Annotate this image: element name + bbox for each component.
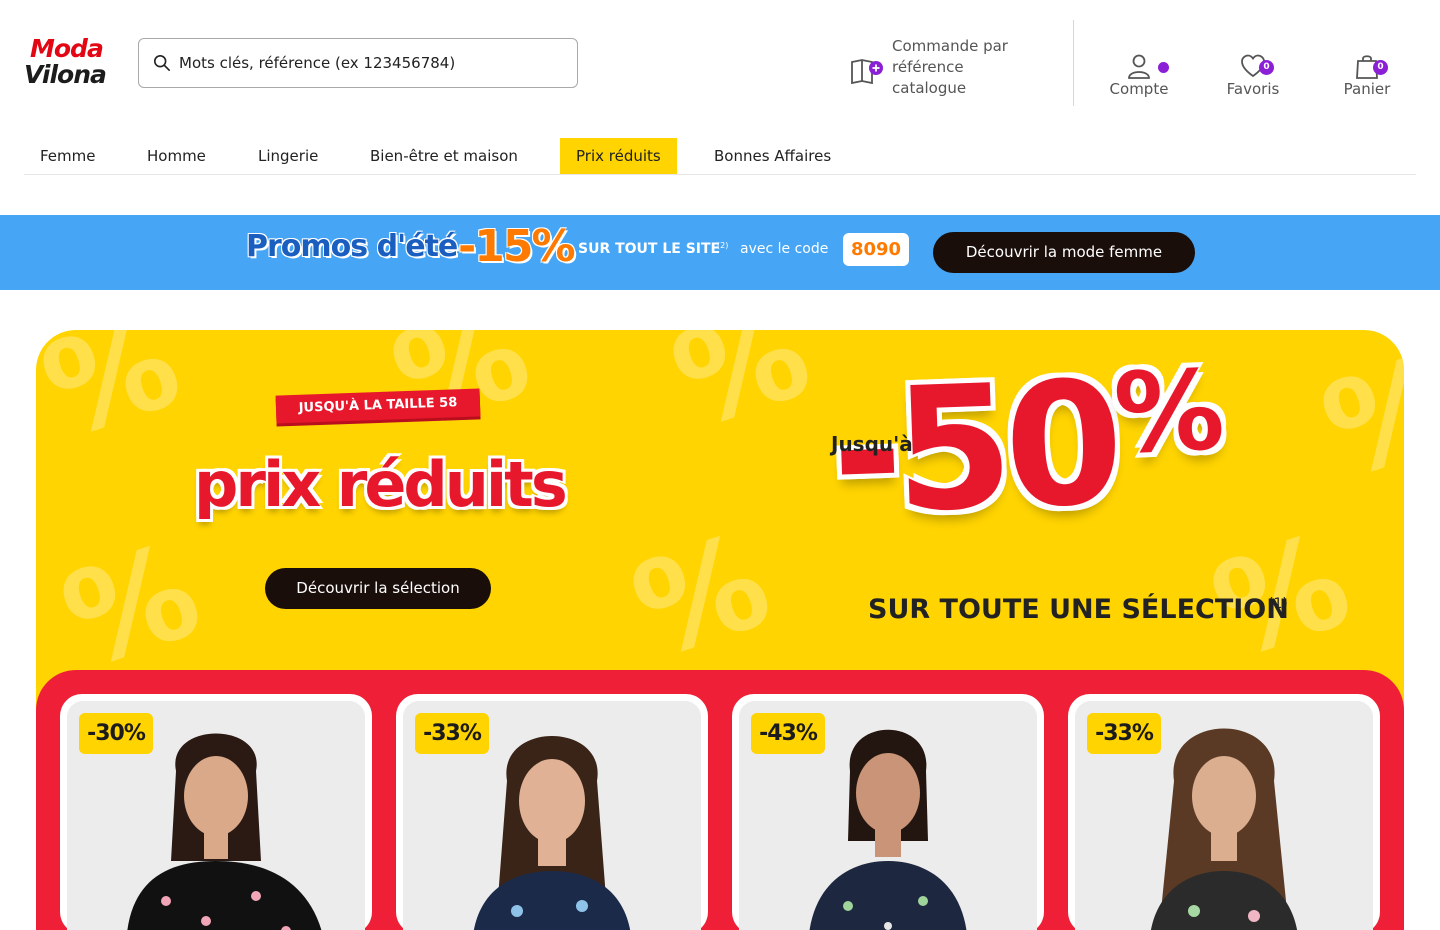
discount-badge: -33% xyxy=(1087,713,1161,754)
account-label: Compte xyxy=(1109,80,1169,98)
hero-big-discount-percent: % xyxy=(1111,346,1219,478)
promo-scope: SUR TOUT LE SITE xyxy=(578,241,721,257)
percent-decoration: % xyxy=(1305,330,1404,509)
product-image[interactable]: -33% xyxy=(1075,701,1373,930)
header-divider xyxy=(1073,20,1074,106)
catalog-order-link[interactable]: Commande par référence catalogue xyxy=(850,36,1050,102)
nav-item-homme[interactable]: Homme xyxy=(131,138,222,174)
cart-button[interactable]: 0 Panier xyxy=(1322,52,1412,102)
discover-selection-button[interactable]: Découvrir la sélection xyxy=(265,568,491,609)
product-card[interactable]: -33% xyxy=(1068,694,1380,930)
brand-logo-line2: Vilona xyxy=(24,60,107,89)
percent-decoration: % xyxy=(655,330,827,459)
cart-count-badge: 0 xyxy=(1373,60,1388,75)
percent-decoration: % xyxy=(615,503,787,689)
brand-logo-line1: Moda xyxy=(30,34,104,63)
nav-item-femme[interactable]: Femme xyxy=(24,138,112,174)
brand-logo[interactable]: Moda Vilona xyxy=(24,34,107,94)
product-card[interactable]: -43% xyxy=(732,694,1044,930)
product-image[interactable]: -43% xyxy=(739,701,1037,930)
search-icon xyxy=(153,54,171,72)
search-bar[interactable] xyxy=(138,38,578,88)
product-card[interactable]: -30% xyxy=(60,694,372,930)
catalog-book-icon xyxy=(851,59,883,85)
hero-upto: Jusqu'à xyxy=(831,432,913,456)
cart-label: Panier xyxy=(1343,80,1391,98)
account-status-dot xyxy=(1158,62,1169,73)
promo-scope-note: (2) xyxy=(717,241,729,250)
favorites-label: Favoris xyxy=(1226,80,1280,98)
promo-title: Promos d'été xyxy=(246,229,458,264)
hero-subtitle: SUR TOUTE UNE SÉLECTION xyxy=(868,594,1289,625)
search-input[interactable] xyxy=(179,54,559,72)
discover-women-button[interactable]: Découvrir la mode femme xyxy=(933,232,1195,273)
nav-item-bien-etre-maison[interactable]: Bien-être et maison xyxy=(354,138,534,174)
percent-decoration: % xyxy=(36,330,197,469)
product-image[interactable]: -30% xyxy=(67,701,365,930)
catalog-order-label: Commande par référence catalogue xyxy=(892,37,1008,97)
promo-banner[interactable]: Promos d'été -15% SUR TOUT LE SITE (2) a… xyxy=(0,215,1440,290)
nav-item-bonnes-affaires[interactable]: Bonnes Affaires xyxy=(698,138,847,174)
nav-item-lingerie[interactable]: Lingerie xyxy=(242,138,334,174)
hero-banner: % % % % % % % JUSQU'À LA TAILLE 58 prix … xyxy=(36,330,1404,930)
promo-code: 8090 xyxy=(843,233,909,266)
discount-badge: -43% xyxy=(751,713,825,754)
discount-badge: -33% xyxy=(415,713,489,754)
main-nav: Femme Homme Lingerie Bien-être et maison… xyxy=(24,138,1416,175)
nav-item-prix-reduits[interactable]: Prix réduits xyxy=(560,138,677,174)
account-button[interactable]: Compte xyxy=(1094,52,1184,102)
favorites-button[interactable]: 0 Favoris xyxy=(1208,52,1298,102)
user-icon xyxy=(1128,54,1150,79)
product-card[interactable]: -33% xyxy=(396,694,708,930)
promo-code-label: avec le code xyxy=(740,241,829,257)
discount-badge: -30% xyxy=(79,713,153,754)
hero-headline: prix réduits xyxy=(194,448,568,521)
favorites-count-badge: 0 xyxy=(1259,60,1274,75)
hero-subtitle-note: (1) xyxy=(1268,596,1288,612)
promo-discount: -15% xyxy=(458,221,576,272)
product-image[interactable]: -33% xyxy=(403,701,701,930)
site-header: Moda Vilona Commande par référence catal… xyxy=(0,0,1440,120)
